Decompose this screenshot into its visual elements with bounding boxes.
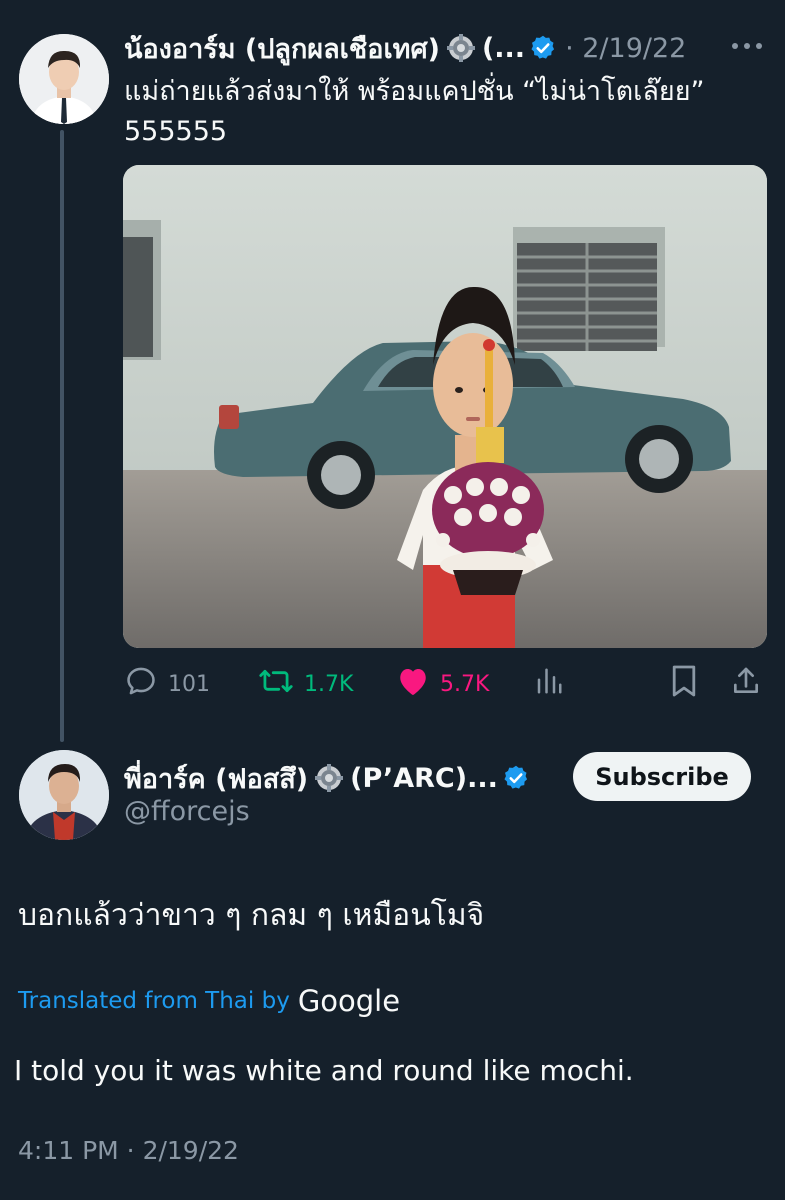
tweet1-author-name[interactable]: น้องอาร์ม (ปลูกผลเชือเทศ) [124,30,440,66]
google-logo: Google [297,984,401,1018]
tweet1-text-line2: 555555 [124,116,228,147]
tweet2-name-suffix: (P’ARC)... [350,762,498,794]
tweet2-author-name[interactable]: พี่อาร์ค (ฟอสสึ) [124,760,308,796]
reply-icon [124,664,158,704]
thread-connector-line [60,130,64,742]
tweet1-date[interactable]: · 2/19/22 [565,33,686,64]
share-button[interactable] [730,664,762,704]
tweet2-handle[interactable]: @fforcejs [124,796,250,827]
bookmark-button[interactable] [670,664,698,704]
translated-from-link[interactable]: Translated from Thai by [18,988,290,1014]
share-icon [730,665,762,703]
tweet1-action-bar: 101 1.7K 5.7K [124,664,769,704]
gear-badge-icon [314,763,344,793]
retweet-count: 1.7K [304,671,354,697]
views-icon [534,666,564,702]
tweet2-text: บอกแล้วว่าขาว ๆ กลม ๆ เหมือนโมจิ [18,898,485,933]
heart-icon [396,665,430,703]
tweet1-header: น้องอาร์ม (ปลูกผลเชือเทศ) (... · 2/19/22 [124,30,744,66]
tweet2-translation: I told you it was white and round like m… [14,1054,634,1087]
views-button[interactable] [534,664,564,704]
verified-badge-icon [502,764,530,792]
bookmark-icon [670,664,698,704]
tweet2-header: พี่อาร์ค (ฟอสสึ) (P’ARC)... [124,760,564,796]
more-icon[interactable] [732,36,768,56]
tweet1-text: แม่ถ่ายแล้วส่งมาให้ พร้อมแคปชั่น “ไม่น่า… [124,72,764,152]
gear-badge-icon [446,33,476,63]
avatar[interactable] [19,750,109,840]
reply-button[interactable]: 101 [124,664,210,704]
tweet2-timestamp[interactable]: 4:11 PM · 2/19/22 [18,1136,239,1165]
retweet-icon [258,664,294,704]
tweet1-text-line1: แม่ถ่ายแล้วส่งมาให้ พร้อมแคปชั่น “ไม่น่า… [124,76,705,107]
verified-badge-icon [529,34,557,62]
avatar[interactable] [19,34,109,124]
reply-count: 101 [168,671,210,697]
retweet-button[interactable]: 1.7K [258,664,353,704]
tweet1-photo[interactable] [123,165,767,648]
like-button[interactable]: 5.7K [396,664,489,704]
translation-attribution: Translated from Thai by Google [18,984,400,1018]
tweet1-name-truncation: (... [481,32,526,64]
like-count: 5.7K [440,671,490,697]
subscribe-button[interactable]: Subscribe [573,752,751,801]
